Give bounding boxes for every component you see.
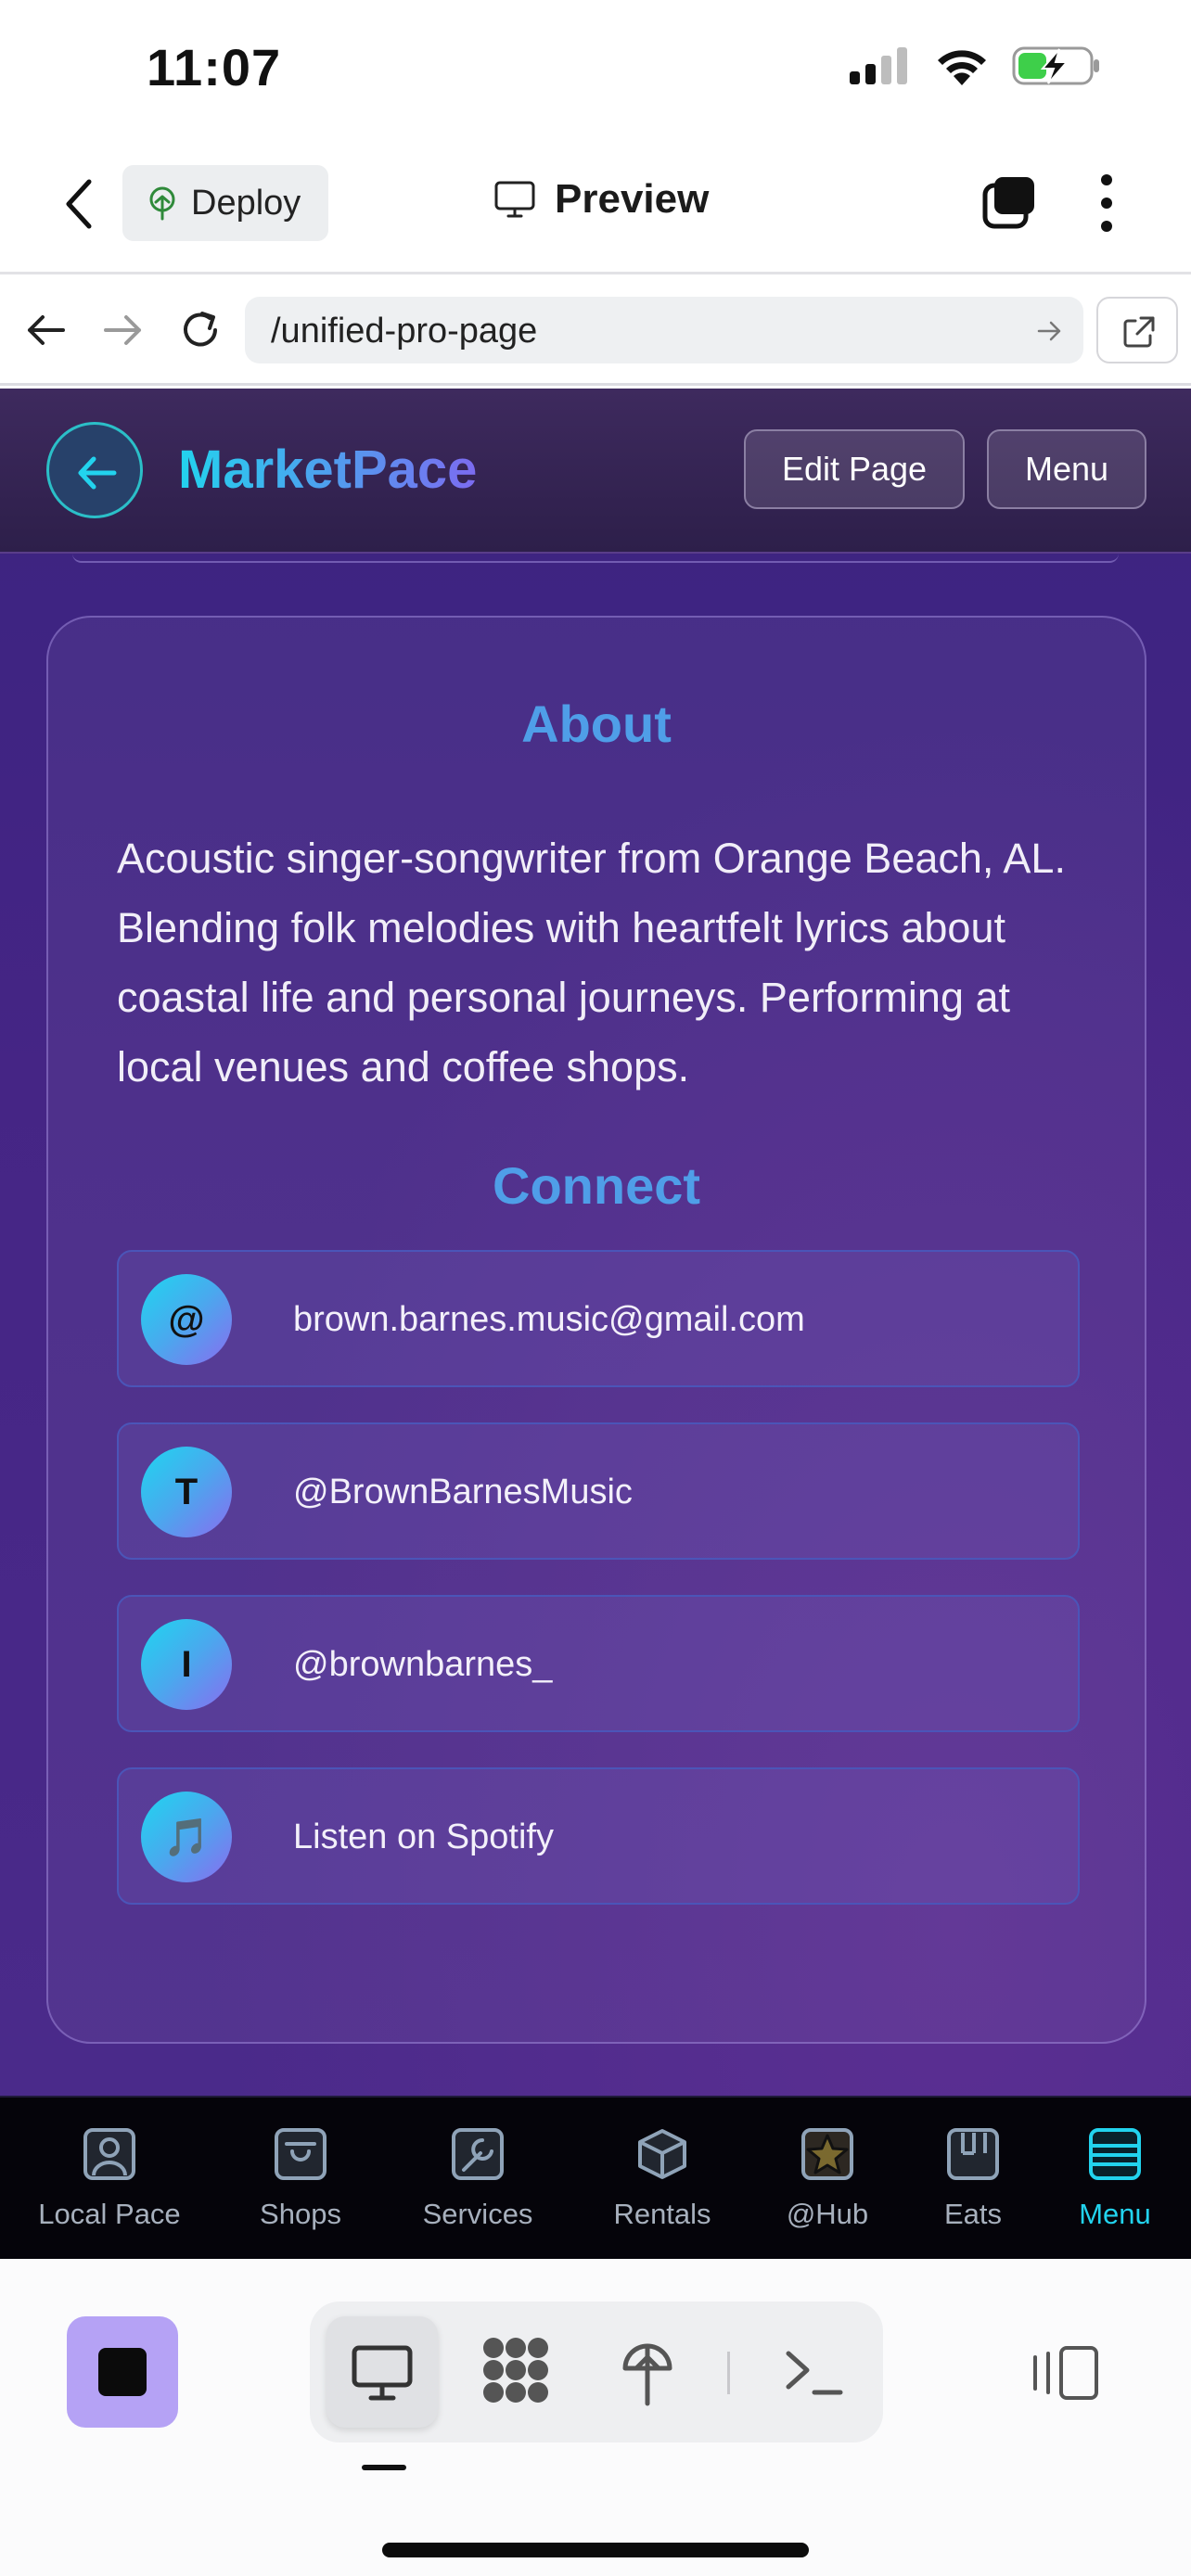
- stop-icon: [98, 2348, 147, 2396]
- nav-label: Eats: [943, 2198, 1003, 2230]
- apps-grid-icon[interactable]: [480, 2335, 551, 2405]
- stop-button[interactable]: [67, 2316, 178, 2428]
- about-heading: About: [521, 695, 672, 753]
- box-icon: [638, 2129, 686, 2179]
- reload-icon[interactable]: [176, 306, 224, 354]
- edit-page-button[interactable]: Edit Page: [744, 429, 965, 509]
- app-preview: MarketPace Edit Page Menu About Acoustic…: [0, 389, 1191, 2096]
- connect-heading: Connect: [493, 1156, 700, 1215]
- connect-link-text: @BrownBarnesMusic: [293, 1473, 633, 1511]
- nav-eats[interactable]: Eats: [913, 2098, 1033, 2261]
- nav-shops[interactable]: Shops: [226, 2098, 375, 2261]
- nav-label: Services: [422, 2198, 533, 2230]
- nav-local-pace[interactable]: Local Pace: [17, 2098, 202, 2261]
- connect-link-text: Listen on Spotify: [293, 1817, 554, 1856]
- tabs-icon[interactable]: [981, 174, 1037, 230]
- wifi-icon: [938, 50, 986, 85]
- status-bar: 11:07: [0, 0, 1191, 139]
- toolbar-divider: [727, 2352, 730, 2394]
- about-card: About Acoustic singer-songwriter from Or…: [46, 616, 1146, 2044]
- app-back-button[interactable]: [46, 422, 143, 518]
- cellular-signal-icon: [850, 47, 907, 84]
- deploy-button[interactable]: Deploy: [122, 165, 329, 241]
- monitor-icon: [352, 2345, 413, 2401]
- connect-link-instagram[interactable]: I @brownbarnes_: [117, 1595, 1080, 1732]
- arrow-left-icon: [78, 456, 117, 490]
- connect-link-text: @brownbarnes_: [293, 1645, 553, 1684]
- connect-link-text: brown.barnes.music@gmail.com: [293, 1300, 805, 1339]
- deploy-icon: [149, 186, 175, 221]
- view-switcher: [310, 2302, 883, 2442]
- shopping-bag-icon: [275, 2128, 327, 2180]
- nav-services[interactable]: Services: [399, 2098, 557, 2261]
- brand-logo-text[interactable]: MarketPace: [178, 439, 477, 501]
- email-avatar-icon: @: [141, 1274, 232, 1365]
- home-indicator: [382, 2543, 809, 2557]
- open-external-button[interactable]: [1096, 297, 1178, 363]
- active-tool-indicator: [362, 2465, 406, 2470]
- go-arrow-icon[interactable]: [1035, 317, 1063, 345]
- nav-label: @Hub: [786, 2198, 869, 2230]
- person-icon: [83, 2128, 135, 2180]
- deploy-label: Deploy: [191, 183, 301, 223]
- star-icon: [801, 2128, 853, 2180]
- nav-label: Shops: [260, 2198, 341, 2230]
- connect-link-twitter[interactable]: T @BrownBarnesMusic: [117, 1422, 1080, 1560]
- preview-tool-button[interactable]: [327, 2316, 438, 2428]
- nav-label: Menu: [1079, 2198, 1151, 2230]
- app-bottom-nav: Local Pace Shops Services Rentals @Hub E…: [0, 2096, 1191, 2259]
- monitor-icon: [494, 181, 535, 218]
- app-header: MarketPace Edit Page Menu: [0, 389, 1191, 554]
- wrench-icon: [452, 2128, 504, 2180]
- about-text: Acoustic singer-songwriter from Orange B…: [117, 835, 1066, 1090]
- top-bar: Deploy Preview: [0, 139, 1191, 274]
- status-time: 11:07: [147, 38, 282, 96]
- split-layout-icon[interactable]: [1031, 2344, 1100, 2402]
- back-chevron-icon[interactable]: [58, 176, 100, 232]
- nav-label: Local Pace: [38, 2198, 181, 2230]
- battery-charging-icon: [1012, 46, 1099, 85]
- more-options-icon[interactable]: [1095, 174, 1119, 232]
- twitter-avatar-icon: T: [141, 1447, 232, 1537]
- url-input[interactable]: /unified-pro-page: [245, 297, 1083, 363]
- external-link-icon: [1123, 316, 1155, 348]
- restaurant-icon: [947, 2128, 999, 2180]
- console-icon[interactable]: [783, 2346, 844, 2398]
- bottom-toolbar: [0, 2259, 1191, 2576]
- instagram-avatar-icon: I: [141, 1619, 232, 1710]
- preview-title: Preview: [493, 176, 709, 223]
- header-menu-button[interactable]: Menu: [987, 429, 1146, 509]
- connect-link-email[interactable]: @ brown.barnes.music@gmail.com: [117, 1250, 1080, 1387]
- browser-back-icon[interactable]: [22, 306, 70, 354]
- nav-hub[interactable]: @Hub: [762, 2098, 892, 2261]
- nav-rentals[interactable]: Rentals: [586, 2098, 738, 2261]
- status-icons: [848, 45, 1102, 87]
- music-note-icon: 🎵: [141, 1792, 232, 1882]
- browser-forward-icon[interactable]: [98, 306, 147, 354]
- url-bar: /unified-pro-page: [0, 274, 1191, 386]
- nav-menu[interactable]: Menu: [1057, 2098, 1172, 2261]
- preview-label: Preview: [555, 176, 710, 222]
- menu-icon: [1089, 2128, 1141, 2180]
- connect-link-spotify[interactable]: 🎵 Listen on Spotify: [117, 1767, 1080, 1905]
- deploy-tree-icon[interactable]: [620, 2337, 675, 2407]
- previous-card-edge: [72, 554, 1119, 563]
- url-text: /unified-pro-page: [271, 312, 538, 351]
- nav-label: Rentals: [613, 2198, 711, 2230]
